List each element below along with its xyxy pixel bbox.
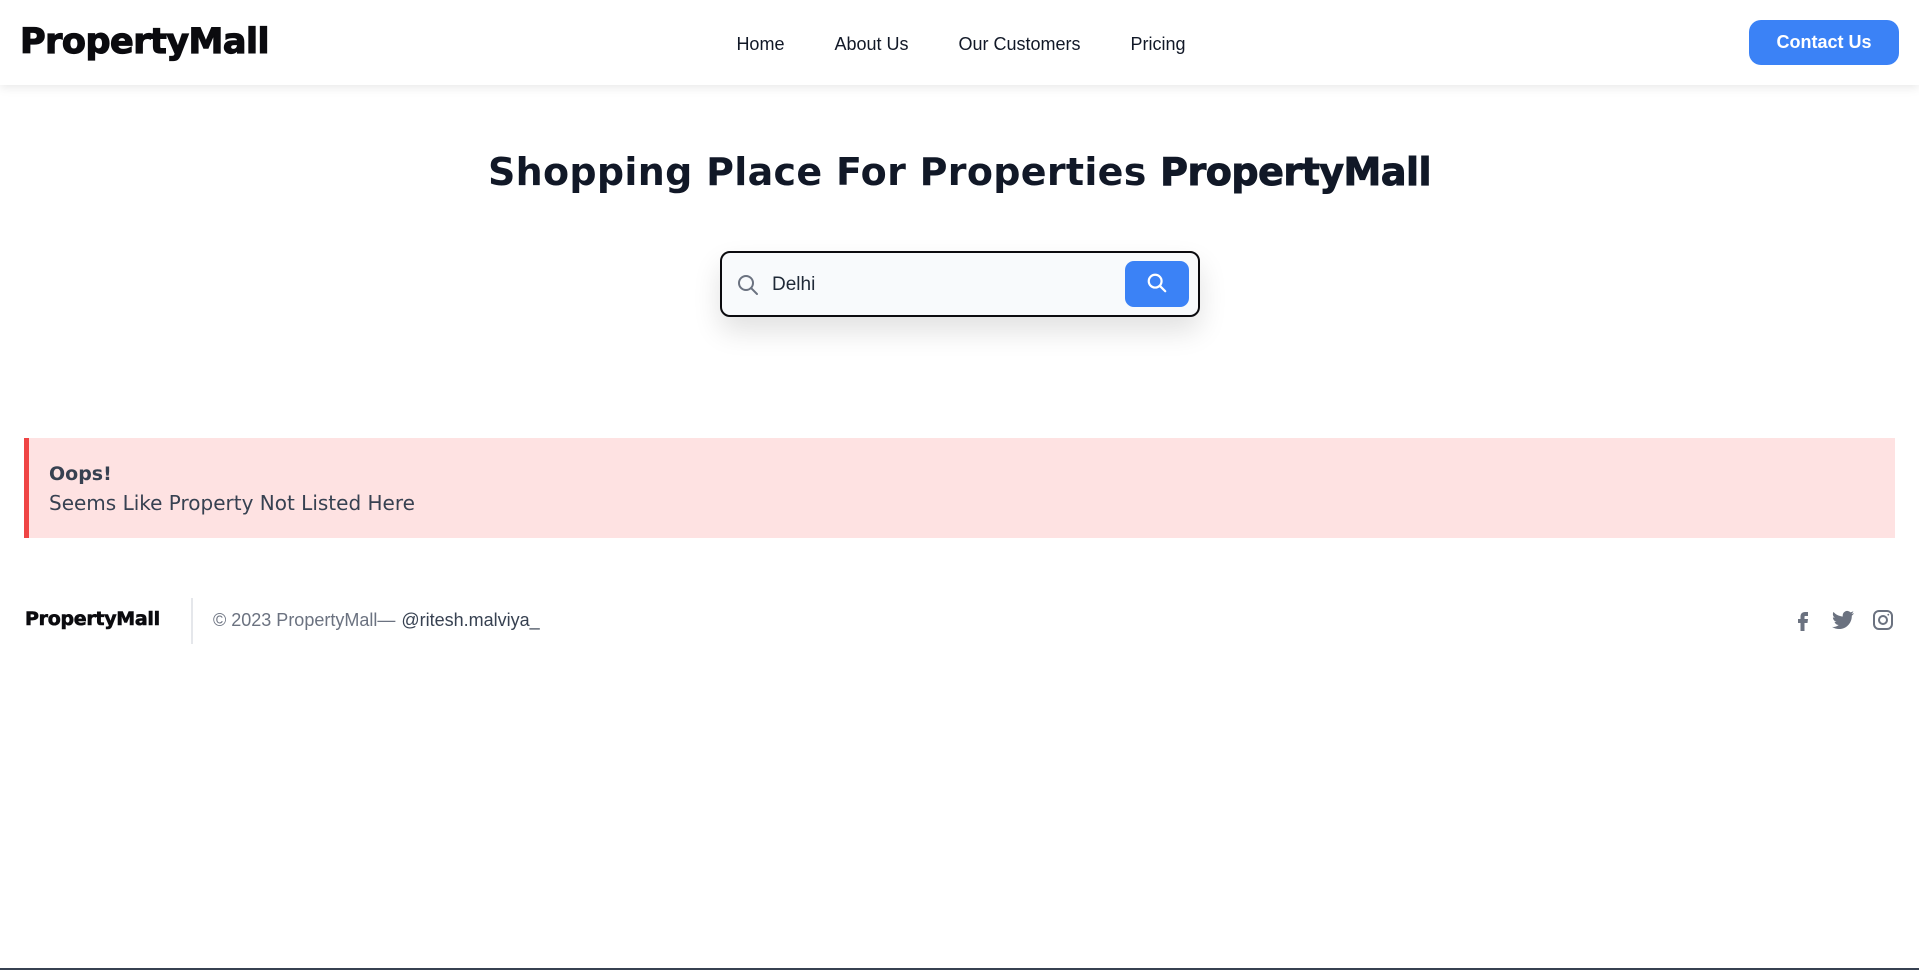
twitter-icon[interactable] [1831,608,1855,632]
nav-link-about-us[interactable]: About Us [834,31,908,57]
footer-divider [191,598,193,644]
nav-link-pricing[interactable]: Pricing [1131,31,1186,57]
error-alert: Oops! Seems Like Property Not Listed Her… [24,438,1895,538]
hero-title: Shopping Place For Properties PropertyMa… [0,150,1919,195]
nav-link-our-customers[interactable]: Our Customers [959,31,1081,57]
page: PropertyMall Home About Us Our Customers… [0,0,1919,970]
hero-title-brand: PropertyMall [1160,150,1432,195]
brand-logo[interactable]: PropertyMall [19,20,270,64]
search-icon [736,273,760,297]
main-nav: Home About Us Our Customers Pricing [0,31,1919,57]
hero-title-text: Shopping Place For Properties [487,150,1147,194]
alert-message: Seems Like Property Not Listed Here [49,491,415,515]
top-navbar: PropertyMall Home About Us Our Customers… [0,0,1919,85]
social-links [1791,608,1895,632]
search-icon [1146,272,1168,297]
instagram-icon[interactable] [1871,608,1895,632]
author-handle-link[interactable]: @ritesh.malviya_ [401,610,539,630]
copyright-text: © 2023 PropertyMall— [213,610,396,630]
nav-link-home[interactable]: Home [736,31,784,57]
footer-copyright: © 2023 PropertyMall— @ritesh.malviya_ [213,610,540,631]
search-bar [720,251,1200,317]
contact-us-button[interactable]: Contact Us [1749,20,1899,65]
footer-logo[interactable]: PropertyMall [25,608,161,631]
footer: PropertyMall © 2023 PropertyMall— @ritesh… [0,598,1919,644]
search-input[interactable] [772,269,1072,301]
facebook-icon[interactable] [1791,608,1815,632]
search-button[interactable] [1125,261,1189,307]
alert-title: Oops! [49,463,112,485]
